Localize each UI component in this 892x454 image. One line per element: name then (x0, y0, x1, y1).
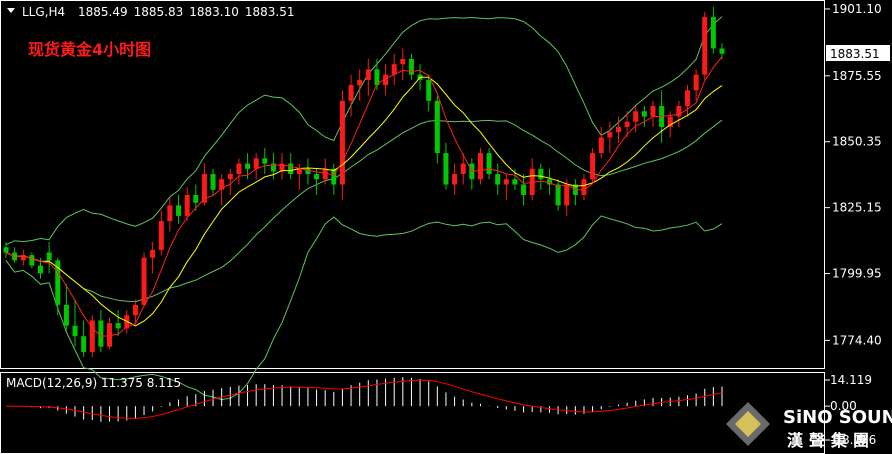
ohlc-open: 1885.49 (78, 5, 128, 19)
candle-body (141, 257, 147, 305)
ohlc-high: 1885.83 (134, 5, 184, 19)
bollinger-bands (5, 16, 723, 401)
candle-body (245, 163, 251, 169)
ohlc-low: 1883.10 (189, 5, 239, 19)
candle-body (46, 252, 52, 261)
candle-body (357, 79, 363, 86)
candle-body (63, 304, 69, 326)
candle-body (460, 163, 466, 175)
price-tick-label: 1850.35 (832, 135, 882, 149)
candle-body (167, 205, 173, 222)
candle-body (495, 174, 501, 185)
candle-body (684, 90, 690, 107)
candle-body (503, 179, 509, 185)
candle-body (607, 132, 613, 138)
sinosound-logo: SiNO SOUND 漢聲集團 (726, 402, 892, 450)
candle-body (3, 247, 9, 253)
price-chart[interactable]: 1901.10 1875.55 1850.35 1825.15 1799.95 1774.… (0, 0, 892, 454)
candle-body (288, 163, 294, 175)
candle-body (710, 17, 716, 49)
macd-tick-label: 14.119 (830, 373, 872, 387)
candle-body (469, 163, 475, 180)
candle-body (590, 153, 596, 180)
candle-body (296, 168, 302, 175)
candle-body (322, 168, 328, 180)
candle-body (227, 174, 233, 180)
candle-body (598, 137, 604, 154)
candle-body (331, 168, 337, 185)
logo-text-en: SiNO SOUND (783, 407, 892, 428)
moving-averages (5, 56, 723, 337)
candle-body (314, 174, 320, 180)
candle-body (158, 221, 164, 250)
candlesticks (3, 6, 725, 358)
ohlc-readout: 1885.49 1885.83 1883.10 1883.51 (78, 5, 295, 19)
ma-fast-line (5, 56, 723, 337)
candle-body (38, 265, 44, 274)
candle-body (400, 58, 406, 65)
candle-body (193, 194, 199, 203)
macd-label: MACD(12,26,9) 11.375 8.115 (6, 376, 181, 390)
candle-body (236, 163, 242, 175)
candle-body (29, 255, 35, 266)
price-tick-label: 1875.55 (832, 69, 882, 83)
candle-body (615, 126, 621, 133)
candle-body (253, 158, 259, 169)
candle-body (176, 205, 182, 216)
symbol-label: LLG,H4 (22, 5, 65, 19)
candle-body (512, 179, 518, 185)
candle-body (521, 184, 527, 195)
price-tick-label: 1901.10 (832, 2, 882, 16)
candle-body (538, 168, 544, 180)
candle-body (641, 111, 647, 117)
price-tick-label: 1825.15 (832, 201, 882, 215)
candle-body (624, 121, 630, 127)
candle-body (72, 325, 78, 337)
candle-body (150, 249, 156, 258)
candle-body (115, 323, 121, 329)
candle-body (719, 48, 725, 54)
candle-body (477, 153, 483, 180)
candle-body (702, 17, 708, 75)
candle-body (443, 153, 449, 185)
logo-text-cn: 漢聲集團 (787, 431, 875, 450)
candle-body (434, 100, 440, 154)
candle-body (426, 79, 432, 101)
candle-body (564, 184, 570, 206)
candle-body (391, 64, 397, 75)
candle-body (633, 111, 639, 122)
candle-body (348, 85, 354, 101)
candle-body (98, 320, 104, 347)
price-tick-label: 1774.40 (832, 333, 882, 347)
candle-body (365, 69, 371, 80)
candle-body (452, 174, 458, 185)
candle-body (339, 100, 345, 185)
current-price-label: 1883.51 (830, 47, 880, 61)
candle-body (81, 336, 87, 352)
candle-body (581, 179, 587, 195)
candle-body (210, 174, 216, 190)
candle-body (184, 194, 190, 216)
candle-body (555, 184, 561, 206)
candle-body (486, 153, 492, 175)
candle-body (693, 74, 699, 91)
price-tick-label: 1799.95 (832, 267, 882, 281)
candle-body (132, 304, 138, 316)
chart-title: 现货黄金4小时图 (28, 40, 151, 59)
ohlc-close: 1883.51 (245, 5, 295, 19)
candle-body (650, 106, 656, 117)
bollinger-middle-line (5, 119, 723, 303)
candle-body (408, 58, 414, 75)
dropdown-triangle-icon[interactable] (7, 8, 15, 13)
candle-body (262, 158, 268, 164)
